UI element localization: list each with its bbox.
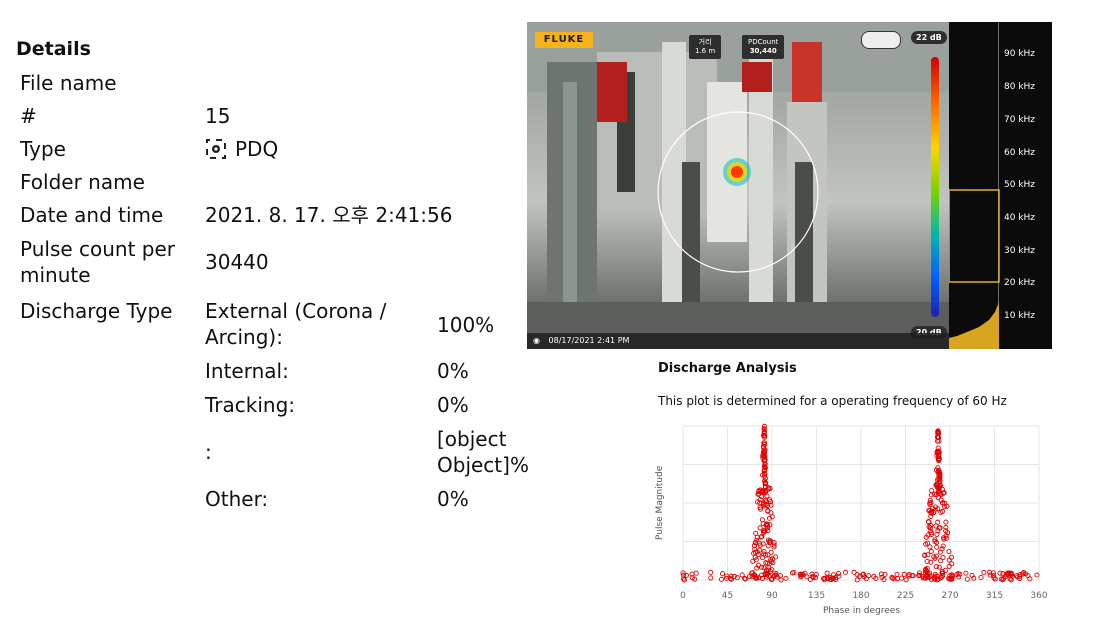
freq-label-50: 50 kHz — [1004, 180, 1036, 190]
data-point — [1034, 572, 1040, 578]
x-tick-label: 360 — [1030, 591, 1047, 601]
prpd-scatter-chart: 0 45 90 135 180 225 270 315 360 — [680, 423, 1048, 601]
x-axis-title: Phase in degrees — [823, 606, 901, 616]
data-point — [759, 517, 765, 523]
fluke-logo: FLUKE — [535, 32, 593, 48]
analysis-title: Discharge Analysis — [658, 361, 797, 376]
timestamp: 08/17/2021 2:41 PM — [548, 336, 630, 345]
distance-tag: 거리 1.6 m — [689, 35, 722, 59]
number-label: # — [20, 104, 37, 128]
freq-label-40: 40 kHz — [1004, 213, 1036, 223]
data-point — [978, 574, 984, 580]
data-point — [894, 571, 900, 577]
x-tick-label: 315 — [986, 591, 1003, 601]
switchgear-photo — [527, 22, 949, 349]
discharge-other-value: 0% — [437, 487, 469, 511]
data-point — [757, 525, 763, 531]
folder-name-label: Folder name — [20, 170, 145, 194]
pdcount-label: PDCount — [748, 38, 779, 46]
analysis-subtitle: This plot is determined for a operating … — [658, 394, 1007, 408]
data-point — [719, 571, 726, 577]
file-name-label: File name — [20, 71, 117, 95]
status-bar: ◉ 08/17/2021 2:41 PM — [527, 333, 949, 349]
freq-label-30: 30 kHz — [1004, 246, 1036, 256]
details-title: Details — [16, 38, 91, 60]
data-point — [708, 575, 714, 581]
discharge-internal-label: Internal: — [205, 359, 289, 383]
data-point — [683, 572, 689, 578]
scale-max-badge: 22 dB — [911, 31, 947, 44]
x-tick-label: 45 — [722, 591, 733, 601]
discharge-external-label: External (Corona / Arcing): — [205, 299, 387, 349]
data-point — [824, 570, 830, 576]
freq-label-80: 80 kHz — [1004, 82, 1036, 92]
x-tick-label: 180 — [852, 591, 869, 601]
data-point — [718, 576, 725, 582]
type-label: Type — [20, 137, 66, 161]
data-point — [934, 544, 940, 550]
data-point — [933, 523, 939, 529]
data-point — [866, 573, 872, 579]
capture-mode-icon[interactable] — [861, 31, 901, 49]
discharge-unknown-value: [object Object]% — [437, 427, 529, 477]
x-axis-ticks: 0 45 90 135 180 225 270 315 360 — [680, 591, 1048, 601]
data-point — [773, 554, 779, 560]
pdcount-value: 30,440 — [749, 47, 777, 55]
data-point — [946, 563, 952, 569]
data-point — [928, 548, 934, 555]
discharge-type-label: Discharge Type — [20, 299, 173, 323]
freq-label-70: 70 kHz — [1004, 115, 1036, 125]
acoustic-camera-image: FLUKE 거리 1.6 m PDCount 30,440 22 dB 20 d… — [527, 22, 1052, 349]
data-point — [963, 570, 969, 576]
data-point — [693, 570, 699, 576]
x-tick-label: 0 — [680, 591, 686, 601]
x-tick-label: 225 — [897, 591, 914, 601]
freq-label-90: 90 kHz — [1004, 49, 1036, 59]
switchgear-illustration — [527, 22, 949, 349]
frequency-spectrum — [948, 22, 1000, 349]
date-time-value: 2021. 8. 17. 오후 2:41:56 — [205, 203, 453, 227]
data-point — [936, 564, 942, 570]
discharge-other-label: Other: — [205, 487, 269, 511]
discharge-external-value: 100% — [437, 313, 495, 337]
x-tick-label: 270 — [941, 591, 958, 601]
x-tick-label: 135 — [808, 591, 825, 601]
distance-label: 거리 — [698, 38, 712, 46]
freq-label-60: 60 kHz — [1004, 148, 1036, 158]
data-point — [943, 519, 949, 525]
pdcount-tag: PDCount 30,440 — [742, 35, 785, 59]
number-value: 15 — [205, 104, 231, 128]
x-tick-label: 90 — [766, 591, 778, 601]
discharge-tracking-label: Tracking: — [205, 393, 295, 417]
pulse-count-value: 30440 — [205, 250, 269, 274]
data-point — [842, 569, 849, 575]
discharge-internal-value: 0% — [437, 359, 469, 383]
chart-grid — [682, 425, 1040, 584]
data-point — [851, 569, 857, 575]
data-point — [981, 569, 987, 575]
data-point — [964, 576, 970, 582]
pulse-count-label: Pulse count per minute — [20, 237, 176, 287]
freq-label-20: 20 kHz — [1004, 278, 1036, 288]
color-scale-bar — [931, 57, 939, 317]
data-point — [708, 569, 714, 575]
y-axis-title: Pulse Magnitude — [655, 465, 665, 540]
data-point — [938, 558, 944, 564]
pd-scan-icon — [206, 139, 226, 159]
type-text: PDQ — [235, 137, 279, 161]
date-time-label: Date and time — [20, 203, 164, 227]
frequency-panel: 90 kHz 80 kHz 70 kHz 60 kHz 50 kHz 40 kH… — [948, 22, 1052, 349]
distance-value: 1.6 m — [695, 47, 716, 55]
discharge-unknown-label: : — [205, 440, 212, 464]
camera-icon: ◉ — [533, 336, 540, 345]
freq-label-10: 10 kHz — [1004, 311, 1036, 321]
type-value: PDQ — [205, 136, 278, 162]
data-point — [928, 492, 934, 498]
discharge-tracking-value: 0% — [437, 393, 469, 417]
